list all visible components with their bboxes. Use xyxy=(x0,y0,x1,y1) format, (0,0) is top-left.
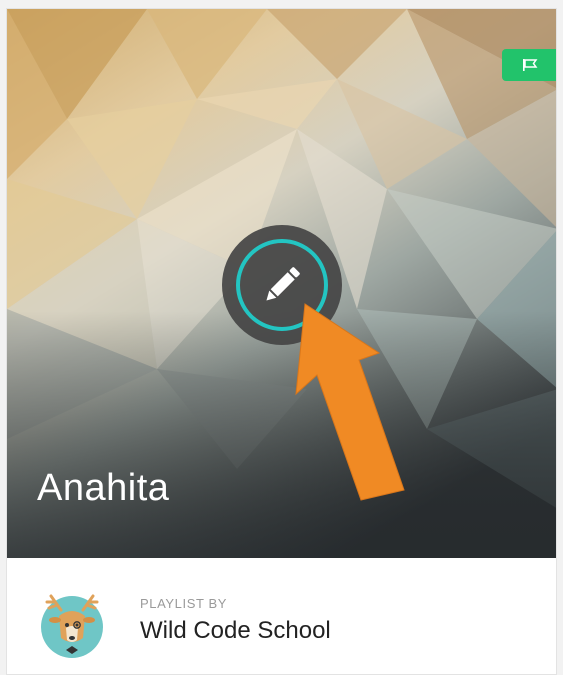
playlist-cover[interactable]: Anahita xyxy=(7,9,556,558)
playlist-owner-section: PLAYLIST BY Wild Code School xyxy=(7,558,556,674)
playlist-title[interactable]: Anahita xyxy=(37,467,169,510)
flag-badge[interactable] xyxy=(502,49,556,81)
flag-icon xyxy=(523,59,538,71)
owner-name[interactable]: Wild Code School xyxy=(140,617,331,645)
playlist-card[interactable]: Anahita PLAYLIST BY Wild Code School xyxy=(6,8,557,675)
playlist-by-label: PLAYLIST BY xyxy=(140,596,228,611)
pencil-icon xyxy=(266,267,300,301)
edit-playlist-button[interactable] xyxy=(222,225,342,345)
owner-avatar[interactable] xyxy=(37,588,107,658)
edit-button-ring xyxy=(236,239,328,331)
